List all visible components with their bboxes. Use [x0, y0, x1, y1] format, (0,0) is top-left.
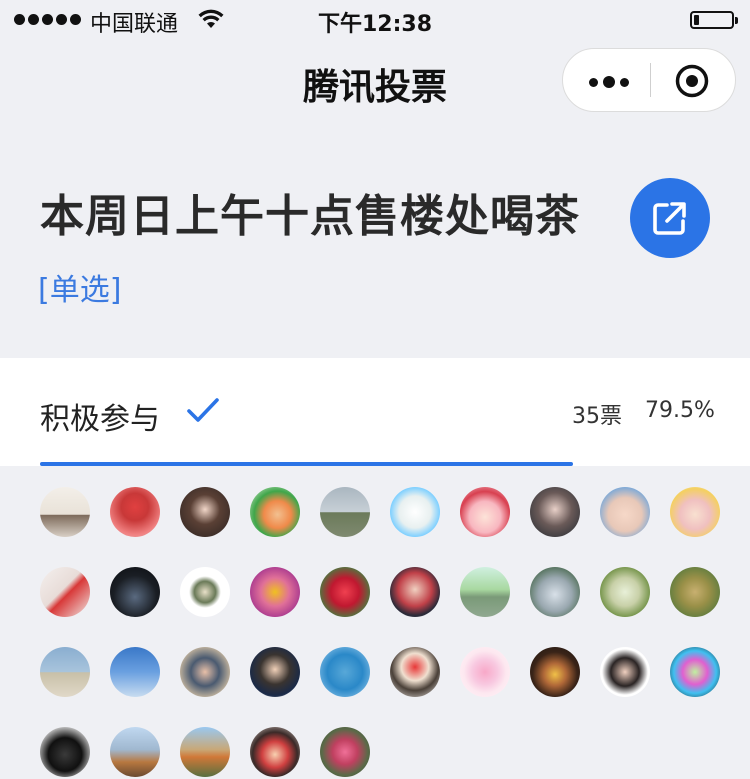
voter-avatar[interactable]	[180, 487, 230, 537]
voter-avatar[interactable]	[40, 487, 90, 537]
voter-avatar[interactable]	[390, 647, 440, 697]
mini-program-capsule	[562, 48, 736, 112]
battery-level	[694, 15, 699, 25]
voter-avatar[interactable]	[40, 567, 90, 617]
option-label: 积极参与	[40, 402, 160, 437]
poll-option[interactable]: 积极参与 35票 79.5%	[0, 358, 750, 466]
voter-avatar[interactable]	[180, 567, 230, 617]
voter-avatar[interactable]	[670, 487, 720, 537]
poll-title: 本周日上午十点售楼处喝茶	[40, 191, 580, 242]
more-icon[interactable]	[589, 76, 629, 88]
voter-avatar[interactable]	[110, 727, 160, 777]
option-progress-fill	[40, 462, 573, 466]
voter-avatar[interactable]	[110, 567, 160, 617]
share-icon	[653, 202, 686, 235]
voter-avatar[interactable]	[600, 647, 650, 697]
close-target-icon[interactable]	[675, 64, 709, 98]
voter-avatar[interactable]	[320, 647, 370, 697]
voter-avatar[interactable]	[250, 487, 300, 537]
voter-avatar[interactable]	[670, 567, 720, 617]
poll-type-label: [单选]	[38, 273, 122, 308]
voter-avatar[interactable]	[670, 647, 720, 697]
status-bar: 中国联通 下午12:38	[0, 0, 750, 40]
voter-avatar[interactable]	[530, 647, 580, 697]
option-progress-bar	[40, 462, 710, 466]
voter-avatar[interactable]	[530, 487, 580, 537]
voter-avatar[interactable]	[600, 567, 650, 617]
voter-avatar[interactable]	[320, 727, 370, 777]
voter-avatar[interactable]	[460, 567, 510, 617]
voter-avatar[interactable]	[530, 567, 580, 617]
voter-avatar[interactable]	[320, 487, 370, 537]
voter-avatar[interactable]	[390, 487, 440, 537]
voter-avatar[interactable]	[460, 487, 510, 537]
voter-avatar[interactable]	[40, 647, 90, 697]
check-icon	[187, 398, 219, 422]
voter-avatar[interactable]	[250, 727, 300, 777]
voter-avatar[interactable]	[460, 647, 510, 697]
voter-avatar[interactable]	[600, 487, 650, 537]
share-button[interactable]	[630, 178, 710, 258]
voter-avatar[interactable]	[320, 567, 370, 617]
battery-icon	[690, 11, 738, 29]
option-percent: 79.5%	[645, 398, 715, 423]
voter-avatar[interactable]	[250, 567, 300, 617]
voter-avatar[interactable]	[110, 487, 160, 537]
voter-avatar[interactable]	[390, 567, 440, 617]
capsule-divider	[650, 63, 651, 97]
voter-avatar[interactable]	[110, 647, 160, 697]
option-vote-count: 35票	[572, 404, 622, 429]
voter-avatar[interactable]	[250, 647, 300, 697]
voter-avatar[interactable]	[180, 727, 230, 777]
voter-avatar[interactable]	[40, 727, 90, 777]
clock: 下午12:38	[317, 12, 433, 37]
voter-avatar[interactable]	[180, 647, 230, 697]
